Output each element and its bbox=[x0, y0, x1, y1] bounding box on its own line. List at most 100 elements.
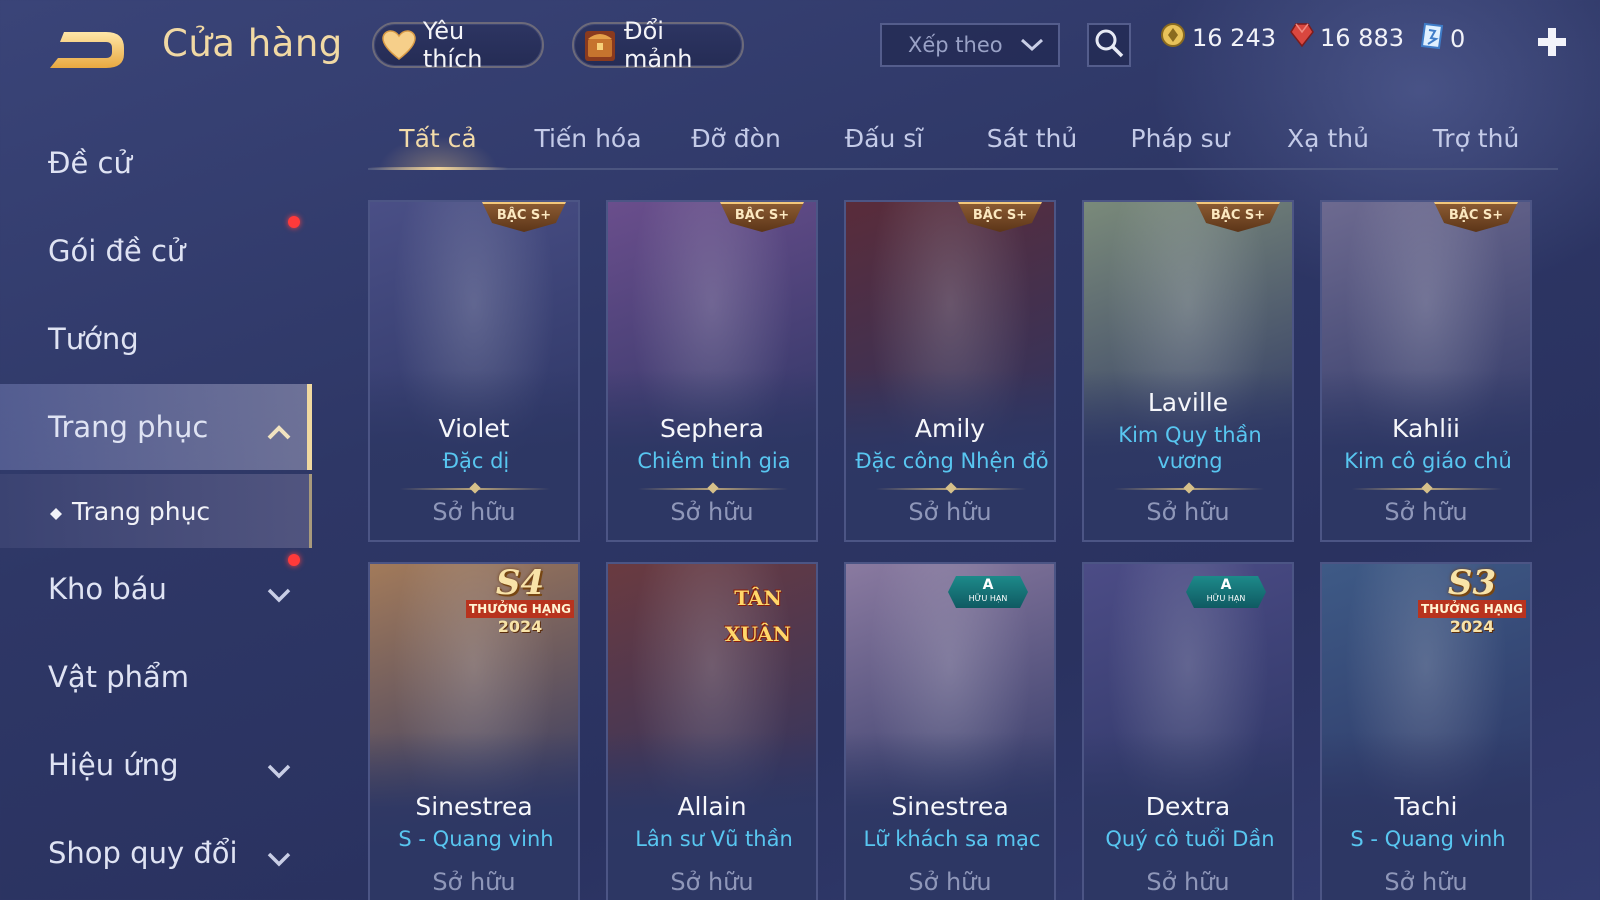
owned-status: Sở hữu bbox=[670, 498, 754, 526]
season-year: 2024 bbox=[497, 617, 543, 636]
sort-dropdown[interactable]: Xếp theo bbox=[880, 23, 1060, 67]
sidebar: Đề cử Gói đề cử Tướng Trang phục Trang p… bbox=[0, 120, 312, 900]
voucher-currency: 0 bbox=[1420, 22, 1465, 56]
skin-name: Kim cô giáo chủ bbox=[1344, 449, 1512, 473]
season-ribbon: THƯỞNG HẠNG bbox=[1418, 600, 1526, 618]
badge-grade: A bbox=[982, 577, 994, 593]
hero-name: Tachi bbox=[1394, 792, 1458, 821]
tab-label: Sát thủ bbox=[986, 124, 1078, 153]
skin-card[interactable]: BẬC S+ Amily Đặc công Nhện đỏ Sở hữu bbox=[844, 200, 1056, 542]
owned-status: Sở hữu bbox=[432, 868, 516, 896]
add-currency-icon[interactable] bbox=[1534, 22, 1570, 62]
skin-name: Quý cô tuổi Dần bbox=[1105, 827, 1275, 851]
top-bar: Cửa hàng Yêu thích Đổi mảnh Xếp theo 16 … bbox=[0, 0, 1600, 90]
sidebar-item-label: Tướng bbox=[48, 322, 139, 356]
tab-mage[interactable]: Pháp sư bbox=[1110, 118, 1250, 168]
hero-name: Laville bbox=[1147, 388, 1229, 417]
notification-dot bbox=[288, 216, 300, 228]
skin-card[interactable]: A HỮU HẠN Dextra Quý cô tuổi Dần Sở hữu bbox=[1082, 562, 1294, 900]
sidebar-item-recommended[interactable]: Đề cử bbox=[0, 120, 312, 206]
hero-name: Dextra bbox=[1145, 792, 1231, 821]
tab-marksman[interactable]: Xạ thủ bbox=[1258, 118, 1398, 168]
sidebar-item-label: Kho báu bbox=[48, 572, 167, 606]
heart-icon bbox=[382, 27, 417, 63]
tab-label: Tất cả bbox=[399, 124, 477, 153]
tab-support[interactable]: Trợ thủ bbox=[1406, 118, 1546, 168]
tab-fighter[interactable]: Đấu sĩ bbox=[814, 118, 954, 168]
gold-currency: 16 243 bbox=[1160, 22, 1276, 54]
skin-card[interactable]: BẬC S+ Violet Đặc dị Sở hữu bbox=[368, 200, 580, 542]
chevron-down-icon bbox=[266, 754, 292, 779]
season-ribbon: THƯỞNG HẠNG bbox=[466, 600, 574, 618]
tab-label: Trợ thủ bbox=[1432, 124, 1520, 153]
limited-a-badge: A HỮU HẠN bbox=[948, 576, 1028, 608]
skin-name: Kim Quy thần vương bbox=[1118, 423, 1262, 473]
sidebar-subitem-label: Trang phục bbox=[72, 496, 211, 526]
sidebar-item-label: Trang phục bbox=[48, 410, 209, 444]
back-icon[interactable] bbox=[48, 26, 128, 72]
skin-name: Đặc công Nhện đỏ bbox=[855, 449, 1049, 473]
diamond-bullet-icon bbox=[50, 497, 62, 526]
ruby-currency: 16 883 bbox=[1290, 22, 1404, 54]
skin-name: S - Quang vinh bbox=[1350, 827, 1506, 851]
sidebar-item-items[interactable]: Vật phẩm bbox=[0, 634, 312, 720]
sidebar-item-skins[interactable]: Trang phục bbox=[0, 384, 312, 470]
season-label: S4 bbox=[495, 563, 545, 603]
owned-status: Sở hữu bbox=[1146, 868, 1230, 896]
search-button[interactable] bbox=[1087, 23, 1131, 67]
skin-name: Chiêm tinh gia bbox=[637, 449, 791, 473]
page-title: Cửa hàng bbox=[162, 22, 343, 65]
skin-grid: BẬC S+ Violet Đặc dị Sở hữu BẬC S+ Sephe… bbox=[368, 200, 1568, 900]
season-year: 2024 bbox=[1449, 617, 1495, 636]
skin-card[interactable]: BẬC S+ Laville Kim Quy thần vương Sở hữu bbox=[1082, 200, 1294, 542]
season-label: S3 bbox=[1447, 563, 1497, 603]
sidebar-item-treasure[interactable]: Kho báu bbox=[0, 546, 312, 632]
sidebar-item-effects[interactable]: Hiệu ứng bbox=[0, 722, 312, 808]
skin-card[interactable]: S3 THƯỞNG HẠNG 2024 Tachi S - Quang vinh… bbox=[1320, 562, 1532, 900]
chevron-down-icon bbox=[1020, 33, 1044, 57]
tab-tank[interactable]: Đỡ đòn bbox=[666, 118, 806, 168]
sidebar-item-label: Shop quy đổi bbox=[48, 836, 238, 870]
tab-label: Đấu sĩ bbox=[844, 124, 924, 153]
owned-status: Sở hữu bbox=[908, 498, 992, 526]
sidebar-item-label: Gói đề cử bbox=[48, 234, 186, 268]
tab-evolution[interactable]: Tiến hóa bbox=[518, 118, 658, 168]
voucher-icon bbox=[1420, 22, 1444, 56]
owned-status: Sở hữu bbox=[908, 868, 992, 896]
skin-card[interactable]: BẬC S+ Kahlii Kim cô giáo chủ Sở hữu bbox=[1320, 200, 1532, 542]
skin-name: Đặc dị bbox=[442, 449, 510, 473]
season-rank-badge: S4 THƯỞNG HẠNG 2024 bbox=[464, 566, 576, 638]
hero-name: Kahlii bbox=[1392, 414, 1460, 443]
tab-label: Pháp sư bbox=[1130, 124, 1230, 153]
season-rank-badge: S3 THƯỞNG HẠNG 2024 bbox=[1416, 566, 1528, 638]
sidebar-item-recommended-packs[interactable]: Gói đề cử bbox=[0, 208, 312, 294]
limited-a-badge: A HỮU HẠN bbox=[1186, 576, 1266, 608]
skin-card[interactable]: TÂN XUÂN Allain Lân sư Vũ thần Sở hữu bbox=[606, 562, 818, 900]
category-tabs: Tất cả Tiến hóa Đỡ đòn Đấu sĩ Sát thủ Ph… bbox=[368, 118, 1558, 170]
tab-assassin[interactable]: Sát thủ bbox=[962, 118, 1102, 168]
ruby-amount: 16 883 bbox=[1320, 24, 1404, 52]
sidebar-item-label: Vật phẩm bbox=[48, 660, 190, 694]
skin-name: S - Quang vinh bbox=[398, 827, 554, 851]
shard-exchange-button[interactable]: Đổi mảnh bbox=[572, 17, 744, 73]
skin-card[interactable]: BẬC S+ Sephera Chiêm tinh gia Sở hữu bbox=[606, 200, 818, 542]
sidebar-item-heroes[interactable]: Tướng bbox=[0, 296, 312, 382]
voucher-amount: 0 bbox=[1450, 25, 1466, 53]
skin-card[interactable]: A HỮU HẠN Sinestrea Lữ khách sa mạc Sở h… bbox=[844, 562, 1056, 900]
badge-limited-label: HỮU HẠN bbox=[1206, 594, 1246, 603]
sidebar-subitem-skins[interactable]: Trang phục bbox=[0, 474, 312, 548]
gold-amount: 16 243 bbox=[1192, 24, 1276, 52]
tab-label: Xạ thủ bbox=[1287, 124, 1369, 153]
favorites-button[interactable]: Yêu thích bbox=[372, 17, 544, 73]
divider bbox=[1114, 488, 1264, 490]
tab-all[interactable]: Tất cả bbox=[368, 118, 508, 170]
hero-name: Sephera bbox=[660, 414, 764, 443]
owned-status: Sở hữu bbox=[1384, 498, 1468, 526]
treasure-chest-icon bbox=[582, 27, 618, 63]
skin-card[interactable]: S4 THƯỞNG HẠNG 2024 Sinestrea S - Quang … bbox=[368, 562, 580, 900]
owned-status: Sở hữu bbox=[670, 868, 754, 896]
divider bbox=[638, 488, 788, 490]
shard-exchange-label: Đổi mảnh bbox=[624, 17, 693, 73]
sidebar-item-exchange-shop[interactable]: Shop quy đổi bbox=[0, 810, 312, 896]
lunar-new-year-badge: TÂN XUÂN bbox=[724, 586, 792, 646]
